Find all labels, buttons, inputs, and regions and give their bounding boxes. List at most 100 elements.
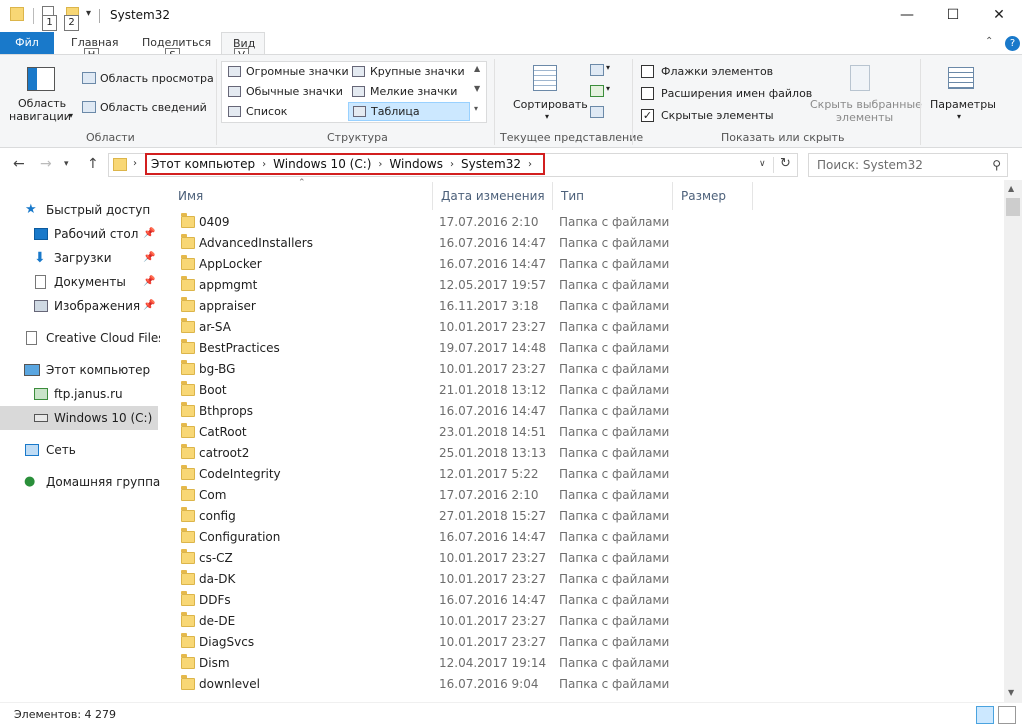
- address-bar[interactable]: › Этот компьютер › Windows 10 (C:) › Win…: [108, 153, 798, 177]
- table-row[interactable]: CatRoot 23.01.2018 14:51 Папка с файлами: [178, 422, 678, 443]
- group-divider: [216, 59, 217, 145]
- folder-icon: [181, 402, 195, 417]
- breadcrumb-item[interactable]: Этот компьютер: [151, 157, 255, 171]
- search-input[interactable]: Поиск: System32 ⚲: [808, 153, 1008, 177]
- search-placeholder: Поиск: System32: [817, 158, 923, 172]
- breadcrumb-item[interactable]: System32: [461, 157, 521, 171]
- layout-small-icons[interactable]: Мелкие значки: [348, 83, 470, 102]
- layout-details[interactable]: Таблица: [348, 102, 470, 121]
- pin-icon[interactable]: 📌: [143, 222, 155, 246]
- navigation-pane-button[interactable]: Область навигации ▾: [8, 59, 73, 127]
- nav-item-homegroup[interactable]: ● Домашняя группа: [0, 470, 160, 494]
- column-header-size[interactable]: Размер: [673, 182, 753, 210]
- table-row[interactable]: Configuration 16.07.2016 14:47 Папка с фай…: [178, 527, 678, 548]
- address-dropdown-icon[interactable]: ∨: [759, 159, 766, 169]
- table-row[interactable]: DiagSvcs 10.01.2017 23:27 Папка с файлами: [178, 632, 678, 653]
- gallery-scroll-down-icon[interactable]: ▼: [474, 84, 480, 93]
- nav-item-drive-c[interactable]: Windows 10 (C:): [0, 406, 158, 430]
- refresh-icon[interactable]: ↻: [780, 156, 791, 171]
- table-row[interactable]: AppLocker 16.07.2016 14:47 Папка с файлами: [178, 254, 678, 275]
- layout-extra-large-icons[interactable]: Огромные значки: [224, 63, 349, 82]
- pin-icon[interactable]: 📌: [143, 246, 155, 270]
- customize-qat-icon[interactable]: ▾: [86, 8, 91, 28]
- breadcrumb-arrow-icon[interactable]: ›: [378, 159, 382, 170]
- breadcrumb-arrow-icon[interactable]: ›: [262, 159, 266, 170]
- layout-medium-icons[interactable]: Обычные значки: [224, 83, 346, 102]
- status-bar: Элементов: 4 279: [0, 702, 1022, 726]
- column-header-type[interactable]: Тип: [553, 182, 673, 210]
- breadcrumb-arrow-icon[interactable]: ›: [450, 159, 454, 170]
- size-columns-icon[interactable]: [590, 106, 604, 118]
- layout-large-icons[interactable]: Крупные значки: [348, 63, 470, 82]
- current-view-group-label: Текущее представление: [500, 131, 644, 144]
- options-button[interactable]: Параметры ▾: [926, 59, 996, 127]
- breadcrumb-item[interactable]: Windows: [389, 157, 443, 171]
- table-row[interactable]: BestPractices 19.07.2017 14:48 Папка с фай…: [178, 338, 678, 359]
- add-columns-dropdown-icon[interactable]: ▾: [606, 84, 610, 93]
- breadcrumb-item[interactable]: Windows 10 (C:): [273, 157, 371, 171]
- nav-item-network[interactable]: Сеть: [0, 438, 158, 462]
- table-row[interactable]: bg-BG 10.01.2017 23:27 Папка с файлами: [178, 359, 678, 380]
- item-checkboxes-toggle[interactable]: Флажки элементов: [640, 63, 800, 81]
- table-row[interactable]: 0409 17.07.2016 2:10 Папка с файлами: [178, 212, 678, 233]
- table-row[interactable]: appraiser 16.11.2017 3:18 Папка с файлами: [178, 296, 678, 317]
- add-columns-icon[interactable]: [590, 85, 604, 97]
- column-header-name[interactable]: Имя: [170, 182, 433, 210]
- scroll-up-icon[interactable]: ▲: [1008, 184, 1014, 193]
- group-by-icon[interactable]: [590, 64, 604, 76]
- details-view-button[interactable]: [976, 706, 994, 724]
- table-row[interactable]: AdvancedInstallers 16.07.2016 14:47 Папка …: [178, 233, 678, 254]
- sort-by-button[interactable]: Сортировать ▾: [508, 59, 588, 127]
- table-row[interactable]: Bthprops 16.07.2016 14:47 Папка с файлами: [178, 401, 678, 422]
- details-pane-button[interactable]: Область сведений: [80, 98, 210, 118]
- file-extensions-toggle[interactable]: Расширения имен файлов: [640, 85, 812, 103]
- nav-item-downloads[interactable]: ⬇ Загрузки 📌: [0, 246, 158, 270]
- nav-item-ftp[interactable]: ftp.janus.ru: [0, 382, 158, 406]
- minimize-button[interactable]: —: [884, 0, 930, 30]
- recent-locations-icon[interactable]: ▾: [64, 159, 69, 169]
- table-row[interactable]: Com 17.07.2016 2:10 Папка с файлами: [178, 485, 678, 506]
- layout-list[interactable]: Список: [224, 103, 346, 122]
- maximize-button[interactable]: ☐: [930, 0, 976, 30]
- hide-selected-items-button[interactable]: Скрыть выбранные элементы: [806, 59, 922, 127]
- table-row[interactable]: ar-SA 10.01.2017 23:27 Папка с файлами: [178, 317, 678, 338]
- column-header-date[interactable]: Дата изменения: [433, 182, 553, 210]
- table-row[interactable]: DDFs 16.07.2016 14:47 Папка с файлами: [178, 590, 678, 611]
- forward-arrow-icon[interactable]: →: [40, 156, 52, 172]
- nav-item-this-pc[interactable]: Этот компьютер: [0, 358, 158, 382]
- nav-item-creative-cloud[interactable]: Creative Cloud Files: [0, 326, 165, 350]
- table-row[interactable]: cs-CZ 10.01.2017 23:27 Папка с файлами: [178, 548, 678, 569]
- table-row[interactable]: CodeIntegrity 12.01.2017 5:22 Папка с файл…: [178, 464, 678, 485]
- pin-icon[interactable]: 📌: [143, 270, 155, 294]
- help-icon[interactable]: ?: [1005, 36, 1020, 51]
- preview-pane-button[interactable]: Область просмотра: [80, 69, 214, 89]
- group-by-dropdown-icon[interactable]: ▾: [606, 63, 610, 72]
- nav-item-quick-access[interactable]: ★ Быстрый доступ: [0, 198, 158, 222]
- nav-item-documents[interactable]: Документы 📌: [0, 270, 158, 294]
- close-button[interactable]: ✕: [976, 0, 1022, 30]
- up-arrow-icon[interactable]: ↑: [87, 156, 99, 172]
- table-row[interactable]: de-DE 10.01.2017 23:27 Папка с файлами: [178, 611, 678, 632]
- back-arrow-icon[interactable]: ←: [13, 156, 25, 172]
- gallery-scroll-up-icon[interactable]: ▲: [474, 64, 480, 73]
- breadcrumb-arrow-icon[interactable]: ›: [528, 159, 532, 170]
- vertical-scrollbar[interactable]: ▲ ▼: [1004, 180, 1022, 702]
- table-row[interactable]: catroot2 25.01.2018 13:13 Папка с файлами: [178, 443, 678, 464]
- table-row[interactable]: da-DK 10.01.2017 23:27 Папка с файлами: [178, 569, 678, 590]
- table-row[interactable]: appmgmt 12.05.2017 19:57 Папка с файлами: [178, 275, 678, 296]
- scroll-thumb[interactable]: [1006, 198, 1020, 216]
- table-row[interactable]: config 27.01.2018 15:27 Папка с файлами: [178, 506, 678, 527]
- pin-icon[interactable]: 📌: [143, 294, 155, 318]
- large-icons-view-button[interactable]: [998, 706, 1016, 724]
- table-row[interactable]: Dism 12.04.2017 19:14 Папка с файлами: [178, 653, 678, 674]
- nav-item-pictures[interactable]: Изображения 📌: [0, 294, 158, 318]
- breadcrumb-root-arrow-icon[interactable]: ›: [133, 158, 137, 169]
- tab-file[interactable]: Фйл: [0, 32, 54, 54]
- nav-item-desktop[interactable]: Рабочий стол 📌: [0, 222, 158, 246]
- table-row[interactable]: downlevel 16.07.2016 9:04 Папка с файлами: [178, 674, 678, 695]
- hidden-items-toggle[interactable]: ✓ Скрытые элементы: [640, 107, 800, 125]
- gallery-more-icon[interactable]: ▾: [474, 104, 478, 113]
- scroll-down-icon[interactable]: ▼: [1008, 688, 1014, 697]
- collapse-ribbon-icon[interactable]: ⌃: [985, 36, 993, 47]
- table-row[interactable]: Boot 21.01.2018 13:12 Папка с файлами: [178, 380, 678, 401]
